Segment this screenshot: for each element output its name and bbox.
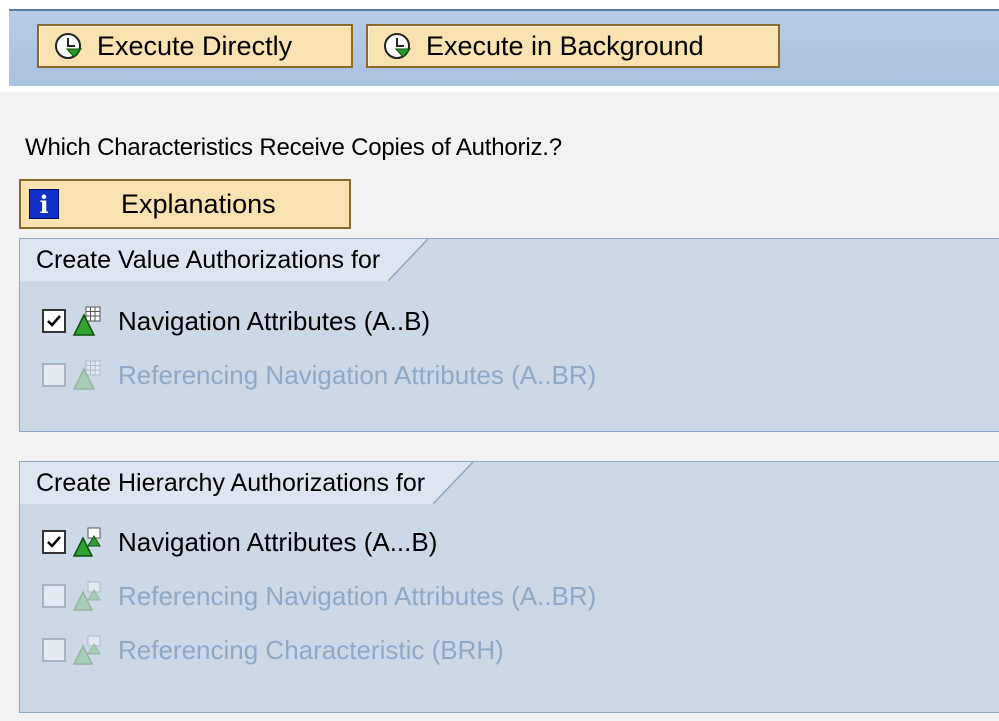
value-ref-nav-attributes-row: Referencing Navigation Attributes (A..BR… — [42, 355, 596, 395]
group-title-tab: Create Hierarchy Authorizations for — [20, 462, 999, 504]
hier-ref-characteristic-row: Referencing Characteristic (BRH) — [42, 630, 504, 670]
hier-ref-characteristic-label: Referencing Characteristic (BRH) — [118, 634, 504, 665]
hierarchy-authorizations-group: Create Hierarchy Authorizations for Navi… — [19, 461, 999, 713]
hier-nav-attributes-row[interactable]: Navigation Attributes (A...B) — [42, 522, 437, 562]
attribute-grid-icon — [72, 360, 101, 390]
group-title-tab: Create Value Authorizations for — [20, 239, 999, 281]
value-nav-attributes-label: Navigation Attributes (A..B) — [118, 305, 431, 336]
group-title: Create Value Authorizations for — [20, 239, 389, 281]
application-toolbar: Execute Directly Execute in Background — [0, 0, 999, 92]
value-ref-nav-attributes-checkbox — [42, 363, 66, 387]
hier-ref-nav-attributes-row: Referencing Navigation Attributes (A..BR… — [42, 576, 596, 616]
tab-slant — [388, 239, 429, 281]
value-nav-attributes-checkbox[interactable] — [42, 309, 66, 333]
explanations-label: Explanations — [121, 188, 276, 219]
explanations-button[interactable]: i Explanations — [19, 179, 351, 229]
hierarchy-attribute-icon — [72, 527, 101, 557]
value-ref-nav-attributes-label: Referencing Navigation Attributes (A..BR… — [118, 359, 597, 390]
execute-directly-button[interactable]: Execute Directly — [37, 24, 353, 68]
question-label: Which Characteristics Receive Copies of … — [25, 134, 562, 161]
hier-ref-characteristic-checkbox — [42, 638, 66, 662]
info-icon: i — [29, 189, 59, 219]
hier-nav-attributes-checkbox[interactable] — [42, 530, 66, 554]
value-authorizations-group: Create Value Authorizations for Navigati… — [19, 238, 999, 432]
hier-ref-nav-attributes-label: Referencing Navigation Attributes (A..BR… — [118, 580, 597, 611]
tab-slant — [433, 462, 474, 504]
hierarchy-attribute-icon — [72, 635, 101, 665]
attribute-grid-icon — [72, 306, 101, 336]
execute-in-background-label: Execute in Background — [426, 30, 704, 61]
execute-clock-icon — [55, 33, 83, 59]
group-title: Create Hierarchy Authorizations for — [20, 462, 434, 504]
hier-ref-nav-attributes-checkbox — [42, 584, 66, 608]
execute-directly-label: Execute Directly — [97, 30, 293, 61]
hier-nav-attributes-label: Navigation Attributes (A...B) — [118, 526, 438, 557]
value-nav-attributes-row[interactable]: Navigation Attributes (A..B) — [42, 301, 430, 341]
execute-clock-icon — [384, 33, 412, 59]
hierarchy-attribute-icon — [72, 581, 101, 611]
execute-in-background-button[interactable]: Execute in Background — [366, 24, 780, 68]
